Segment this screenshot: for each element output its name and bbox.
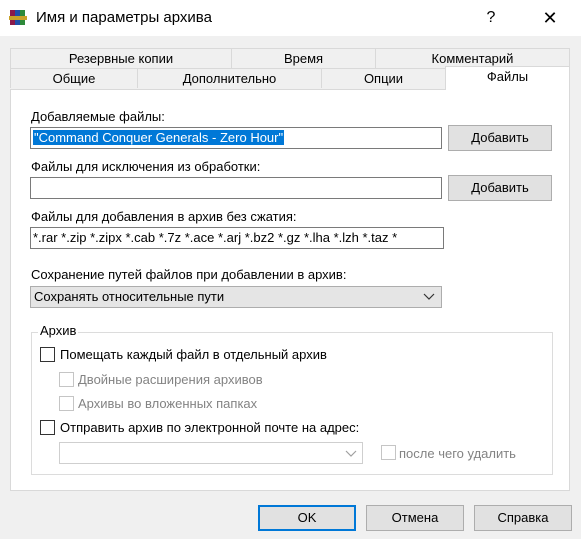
separate-archives-label: Помещать каждый файл в отдельный архив	[60, 347, 327, 362]
help-icon[interactable]: ?	[464, 0, 518, 36]
tab-general[interactable]: Общие	[10, 68, 138, 88]
tab-backup[interactable]: Резервные копии	[10, 48, 232, 68]
email-address-select[interactable]	[59, 442, 363, 464]
add-files-label: Добавляемые файлы:	[31, 109, 165, 124]
tab-options[interactable]: Опции	[321, 68, 446, 88]
winrar-books-icon	[9, 10, 27, 25]
archive-group-title: Архив	[38, 323, 79, 338]
delete-after-label: после чего удалить	[399, 446, 516, 461]
exclude-files-input[interactable]	[30, 177, 442, 199]
separate-archives-checkbox[interactable]	[40, 347, 55, 362]
email-archive-label: Отправить архив по электронной почте на …	[60, 420, 360, 435]
chevron-down-icon	[345, 450, 357, 457]
nocompress-files-input[interactable]: *.rar *.zip *.zipx *.cab *.7z *.ace *.ar…	[30, 227, 444, 249]
double-extensions-checkbox[interactable]	[59, 372, 74, 387]
nested-folders-label: Архивы во вложенных папках	[78, 396, 258, 411]
add-files-button[interactable]: Добавить	[448, 125, 552, 151]
save-paths-select[interactable]: Сохранять относительные пути	[30, 286, 442, 308]
tab-files[interactable]: Файлы	[445, 66, 570, 90]
add-files-input[interactable]: "Command Conquer Generals - Zero Hour"	[30, 127, 442, 149]
window-title: Имя и параметры архива	[36, 9, 212, 26]
help-button[interactable]: Справка	[474, 505, 572, 531]
add-files-value: "Command Conquer Generals - Zero Hour"	[33, 130, 285, 145]
save-paths-label: Сохранение путей файлов при добавлении в…	[31, 267, 347, 282]
tab-comment[interactable]: Комментарий	[375, 48, 570, 68]
title-bar: Имя и параметры архива ? ✕	[0, 0, 581, 36]
save-paths-value: Сохранять относительные пути	[34, 289, 225, 304]
tab-time[interactable]: Время	[231, 48, 376, 68]
cancel-button[interactable]: Отмена	[366, 505, 464, 531]
delete-after-checkbox[interactable]	[381, 445, 396, 460]
chevron-down-icon	[423, 293, 435, 300]
nested-folders-checkbox[interactable]	[59, 396, 74, 411]
close-icon[interactable]: ✕	[523, 0, 577, 36]
email-archive-checkbox[interactable]	[40, 420, 55, 435]
ok-button[interactable]: OK	[258, 505, 356, 531]
exclude-files-label: Файлы для исключения из обработки:	[31, 159, 261, 174]
tab-advanced[interactable]: Дополнительно	[137, 68, 322, 88]
exclude-files-button[interactable]: Добавить	[448, 175, 552, 201]
double-extensions-label: Двойные расширения архивов	[78, 372, 263, 387]
nocompress-files-label: Файлы для добавления в архив без сжатия:	[31, 209, 297, 224]
